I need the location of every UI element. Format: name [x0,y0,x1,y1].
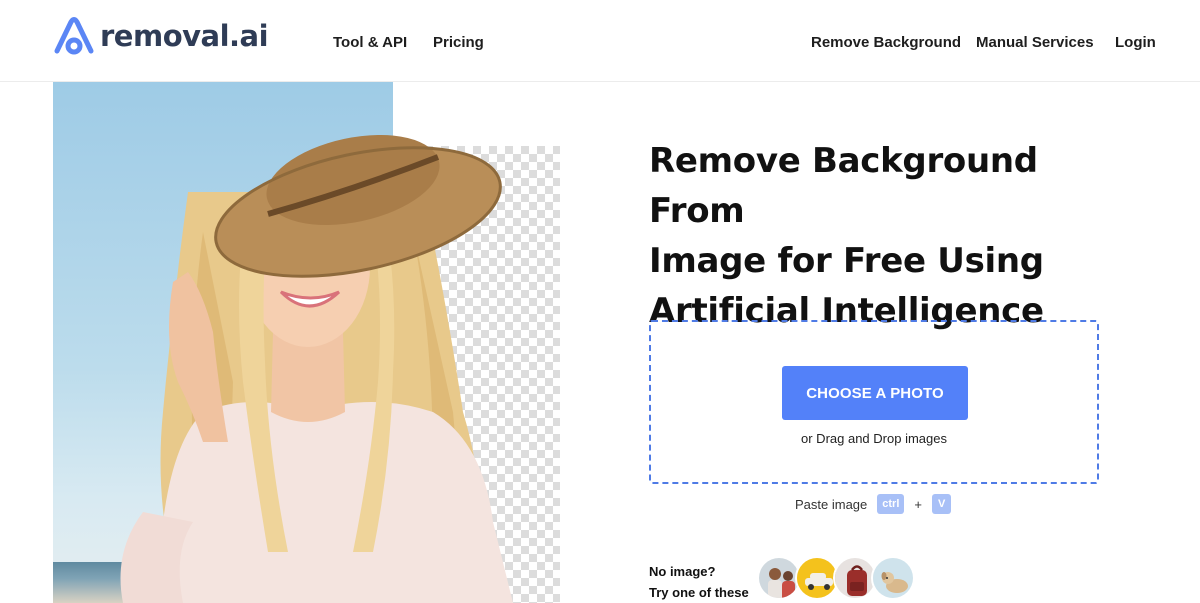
hero-image [53,82,560,603]
sample-prompt-line1: No image? [649,564,716,579]
choose-photo-button[interactable]: CHOOSE A PHOTO [782,366,968,420]
site-header: removal.ai Tool & API Pricing Remove Bac… [0,0,1200,82]
upload-dropzone[interactable]: CHOOSE A PHOTO or Drag and Drop images [649,320,1099,484]
logo-mark-icon [54,17,94,55]
sample-dog-thumb[interactable] [871,556,915,600]
v-key-badge: V [931,494,952,514]
headline-line: Remove Background From [649,141,1038,231]
sample-prompt: No image? Try one of these [649,561,749,603]
nav-pricing[interactable]: Pricing [433,34,484,51]
nav-login[interactable]: Login [1115,34,1156,51]
ctrl-key-badge: ctrl [877,494,905,514]
sample-prompt-line2: Try one of these [649,585,749,600]
logo[interactable]: removal.ai [52,14,269,58]
nav-manual-services[interactable]: Manual Services [976,34,1094,51]
drag-drop-hint: or Drag and Drop images [801,431,947,446]
dog-icon [873,558,913,598]
woman-with-hat-photo [120,135,513,603]
headline-line: Image for Free Using [649,241,1044,281]
paste-label: Paste image [795,496,868,512]
logo-text: removal.ai [100,19,269,53]
nav-remove-background[interactable]: Remove Background [811,34,961,51]
nav-tool-api[interactable]: Tool & API [333,34,407,51]
page-headline: Remove Background From Image for Free Us… [649,136,1129,336]
paste-hint: Paste image ctrl + V [795,494,952,514]
plus-sign: + [914,496,922,512]
